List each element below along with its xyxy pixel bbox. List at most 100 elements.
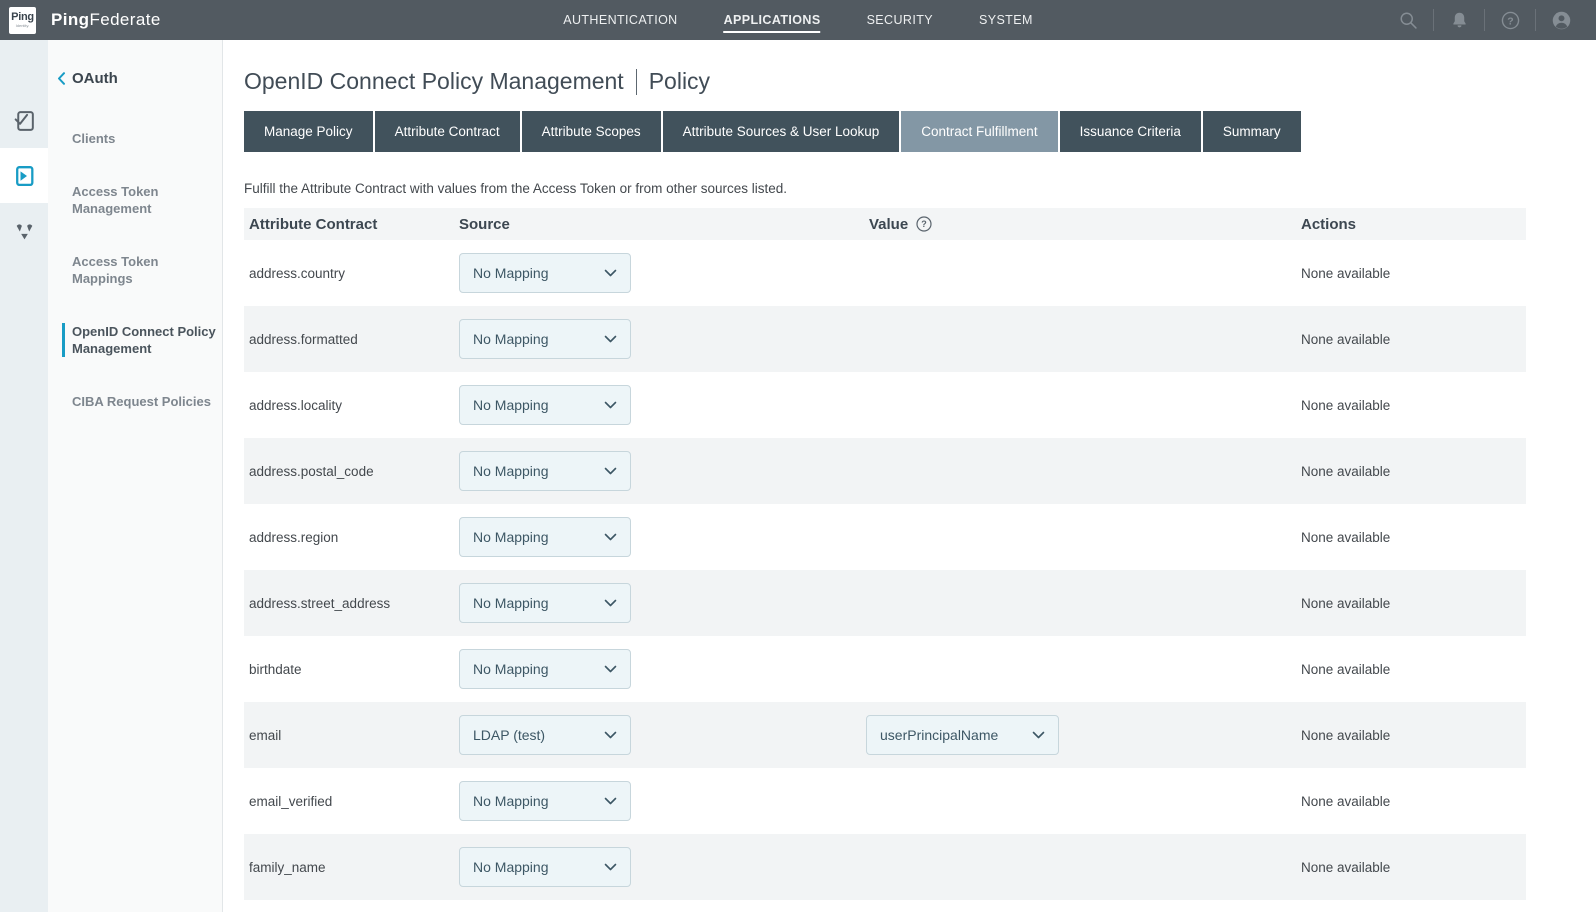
oauth-flag-icon[interactable] (0, 148, 48, 203)
sidebar-section-title: OAuth (72, 70, 118, 87)
source-dropdown[interactable]: No Mapping (459, 319, 631, 359)
chevron-down-icon (604, 335, 617, 344)
content-shell: OAuth Clients Access Token Management Ac… (0, 40, 1596, 912)
table-header-row: Attribute Contract Source Value ? Action… (244, 208, 1526, 240)
chevron-down-icon (604, 533, 617, 542)
logo-text: Ping (11, 12, 34, 23)
col-header-value: Value ? (866, 216, 1301, 233)
top-header-bar: Ping Identity. PingFederate AUTHENTICATI… (0, 0, 1596, 40)
attribute-name: address.postal_code (244, 464, 459, 479)
chevron-down-icon (604, 863, 617, 872)
app-title-primary: Ping (51, 10, 89, 29)
policy-tabs: Manage PolicyAttribute ContractAttribute… (244, 111, 1526, 152)
app-title: PingFederate (51, 10, 161, 30)
table-row: address.locality No Mapping None availab… (244, 372, 1526, 438)
source-dropdown[interactable]: No Mapping (459, 649, 631, 689)
table-row: address.formatted No Mapping None availa… (244, 306, 1526, 372)
attribute-name: email (244, 728, 459, 743)
help-icon[interactable]: ? (1499, 9, 1521, 31)
col-header-actions: Actions (1301, 216, 1526, 233)
actions-text: None available (1301, 860, 1526, 875)
source-dropdown[interactable]: No Mapping (459, 385, 631, 425)
chevron-down-icon (604, 269, 617, 278)
chevron-left-icon (57, 72, 66, 85)
attribute-name: family_name (244, 860, 459, 875)
actions-text: None available (1301, 266, 1526, 281)
value-dropdown[interactable]: userPrincipalName (866, 715, 1059, 755)
actions-text: None available (1301, 662, 1526, 677)
divider (1535, 9, 1536, 31)
table-row: address.street_address No Mapping None a… (244, 570, 1526, 636)
attribute-name: birthdate (244, 662, 459, 677)
divider (1433, 9, 1434, 31)
tab-manage-policy[interactable]: Manage Policy (244, 111, 373, 152)
source-dropdown[interactable]: No Mapping (459, 253, 631, 293)
top-nav-system[interactable]: SYSTEM (979, 0, 1033, 40)
actions-text: None available (1301, 332, 1526, 347)
svg-text:?: ? (1507, 15, 1513, 27)
source-dropdown[interactable]: No Mapping (459, 517, 631, 557)
source-dropdown-value: No Mapping (473, 793, 549, 809)
source-dropdown-value: No Mapping (473, 661, 549, 677)
table-row: address.postal_code No Mapping None avai… (244, 438, 1526, 504)
notifications-icon[interactable] (1448, 9, 1470, 31)
source-dropdown[interactable]: No Mapping (459, 781, 631, 821)
actions-text: None available (1301, 464, 1526, 479)
actions-text: None available (1301, 398, 1526, 413)
col-header-source: Source (459, 216, 866, 233)
source-dropdown[interactable]: No Mapping (459, 583, 631, 623)
account-icon[interactable] (1550, 9, 1572, 31)
sidebar-item-access-token-mappings[interactable]: Access Token Mappings (48, 253, 216, 287)
main-content: OpenID Connect Policy Management Policy … (223, 40, 1596, 912)
top-nav-security[interactable]: SECURITY (867, 0, 933, 40)
tab-attribute-sources-user-lookup[interactable]: Attribute Sources & User Lookup (663, 111, 900, 152)
source-dropdown[interactable]: LDAP (test) (459, 715, 631, 755)
tab-summary[interactable]: Summary (1203, 111, 1301, 152)
tab-attribute-scopes[interactable]: Attribute Scopes (522, 111, 661, 152)
chevron-down-icon (604, 665, 617, 674)
top-nav: AUTHENTICATION APPLICATIONS SECURITY SYS… (563, 0, 1033, 40)
sidebar-item-clients[interactable]: Clients (48, 130, 216, 147)
sidebar: OAuth Clients Access Token Management Ac… (48, 40, 223, 912)
tab-attribute-contract[interactable]: Attribute Contract (375, 111, 520, 152)
attribute-name: email_verified (244, 794, 459, 809)
sidebar-item-ciba-request-policies[interactable]: CIBA Request Policies (48, 393, 216, 410)
sidebar-items: Clients Access Token Management Access T… (48, 130, 222, 410)
logo-subtext: Identity. (16, 24, 30, 28)
table-body: address.country No Mapping None availabl… (244, 240, 1526, 900)
source-dropdown-value: No Mapping (473, 859, 549, 875)
left-icon-rail (0, 40, 48, 912)
tab-issuance-criteria[interactable]: Issuance Criteria (1060, 111, 1201, 152)
chevron-down-icon (604, 731, 617, 740)
app-title-secondary: Federate (89, 10, 160, 29)
table-row: email LDAP (test) userPrincipalName (244, 702, 1526, 768)
top-nav-applications[interactable]: APPLICATIONS (724, 0, 821, 40)
source-dropdown-value: No Mapping (473, 397, 549, 413)
chevron-down-icon (604, 599, 617, 608)
actions-text: None available (1301, 794, 1526, 809)
table-row: address.region No Mapping None available (244, 504, 1526, 570)
approvals-icon[interactable] (0, 93, 48, 148)
table-row: email_verified No Mapping None available (244, 768, 1526, 834)
chevron-down-icon (604, 797, 617, 806)
sidebar-item-openid-connect-policy-management[interactable]: OpenID Connect Policy Management (62, 323, 222, 357)
svg-text:?: ? (921, 219, 927, 229)
source-dropdown-value: No Mapping (473, 265, 549, 281)
sidebar-item-access-token-management[interactable]: Access Token Management (48, 183, 216, 217)
table-row: birthdate No Mapping None available (244, 636, 1526, 702)
sidebar-back-oauth[interactable]: OAuth (48, 70, 222, 87)
table-row: family_name No Mapping None available (244, 834, 1526, 900)
actions-text: None available (1301, 530, 1526, 545)
source-dropdown-value: No Mapping (473, 595, 549, 611)
page-title-row: OpenID Connect Policy Management Policy (244, 68, 1526, 95)
top-nav-authentication[interactable]: AUTHENTICATION (563, 0, 677, 40)
source-dropdown[interactable]: No Mapping (459, 847, 631, 887)
source-dropdown[interactable]: No Mapping (459, 451, 631, 491)
federation-icon[interactable] (0, 203, 48, 258)
attribute-name: address.formatted (244, 332, 459, 347)
attribute-name: address.locality (244, 398, 459, 413)
question-circle-icon[interactable]: ? (916, 216, 932, 232)
col-header-attribute-contract: Attribute Contract (244, 216, 459, 233)
search-icon[interactable] (1397, 9, 1419, 31)
tab-contract-fulfillment[interactable]: Contract Fulfillment (901, 111, 1057, 152)
